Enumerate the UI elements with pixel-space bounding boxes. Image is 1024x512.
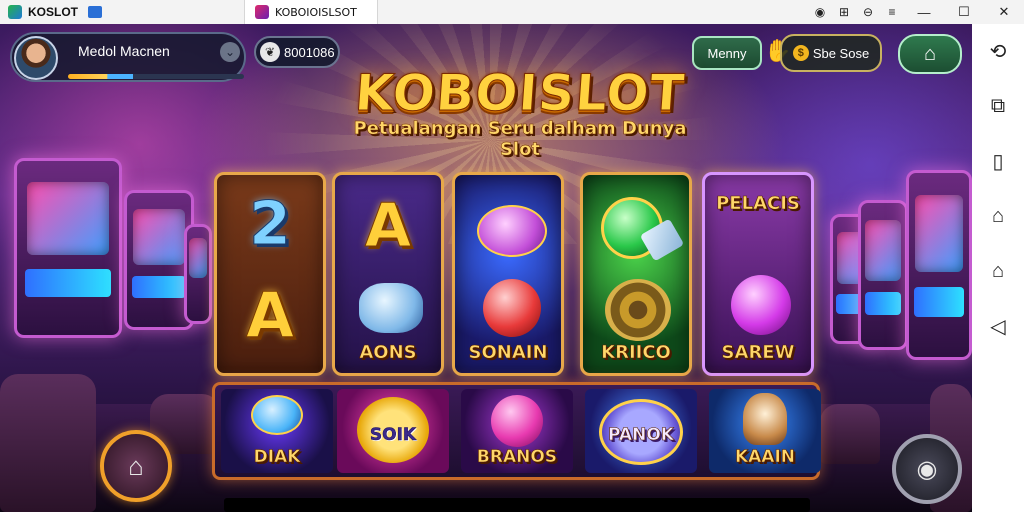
reel[interactable]: A AONS <box>332 172 444 376</box>
logo-title: KOBOISLOT <box>353 64 688 123</box>
game-logo: KOBOISLOT Petualangan Seru dalham Dunya … <box>340 64 700 161</box>
arcade-machine <box>14 158 122 338</box>
xp-bar-fill <box>68 74 134 79</box>
close-button[interactable]: ✕ <box>984 0 1024 24</box>
gem-symbol <box>251 395 303 435</box>
lounge-table <box>820 404 880 464</box>
reel-label: AONS <box>359 342 417 364</box>
reel[interactable]: SONAIN <box>452 172 564 376</box>
tab-koboislot[interactable]: KOBOIOISLSOT <box>244 0 378 24</box>
reel[interactable]: 2 A <box>214 172 326 376</box>
app-header: KOSLOT <box>0 0 244 24</box>
avatar[interactable] <box>14 36 58 80</box>
gamepad-icon[interactable]: ⊞ <box>832 0 856 24</box>
bonus-tile[interactable]: DIAK <box>221 389 333 473</box>
reel-label: SAREW <box>721 342 795 364</box>
coin-symbol <box>605 279 671 341</box>
ring-symbol <box>359 283 423 333</box>
menu-button[interactable]: Menny <box>692 36 762 70</box>
arcade-machine <box>858 200 908 350</box>
arcade-machine <box>906 170 972 360</box>
house-icon: ⌂ <box>923 42 937 65</box>
reel-symbol: A <box>364 191 412 262</box>
rotate-icon[interactable]: ⟲ <box>972 24 1024 79</box>
coin-value: 8001086 <box>284 44 335 60</box>
tab-game-icon <box>255 5 269 19</box>
house-icon: ⌂ <box>128 450 144 481</box>
titlebar-controls: ◉ ⊞ ⊖ ≡ — ☐ ✕ <box>808 0 1024 24</box>
tile-label: BRANOS <box>476 447 558 468</box>
reel[interactable]: KRIICO <box>580 172 692 376</box>
bottom-bar <box>224 498 810 512</box>
score-button[interactable]: $ Sbe Sose <box>780 34 882 72</box>
gem-symbol <box>477 205 547 257</box>
score-label: Sbe Sose <box>812 45 870 61</box>
game-viewport: Medol Macnen ⌄ ❦ 8001086 Menny ✋ $ Sbe S… <box>0 24 972 512</box>
reel[interactable]: PELACIS SAREW <box>702 172 814 376</box>
home-icon[interactable]: ⌂ <box>972 189 1024 244</box>
profile-button[interactable]: ◉ <box>892 434 962 504</box>
ruby-symbol <box>491 395 543 447</box>
reel-label: SONAIN <box>468 342 548 364</box>
emulator-sidebar: ⟲ ⧉ ▯ ⌂ ⌂ ◁ <box>972 24 1024 512</box>
app-name: KOSLOT <box>28 5 78 19</box>
minimize-button[interactable]: — <box>904 0 944 24</box>
bonus-tile[interactable]: PANOK <box>585 389 697 473</box>
reel-symbol: PELACIS <box>716 193 800 215</box>
arcade-machine <box>184 224 212 324</box>
logo-subtitle: Petualangan Seru dalham Dunya Slot <box>353 118 687 161</box>
tab-label: KOBOIOISLSOT <box>275 5 357 19</box>
reel-symbol: A <box>246 279 295 353</box>
bonus-tile[interactable]: KAAIN <box>709 389 821 473</box>
tile-label: KAAIN <box>734 447 796 468</box>
app-badge-icon <box>88 6 102 18</box>
player-profile[interactable]: Medol Macnen ⌄ <box>10 32 246 82</box>
home-button[interactable]: ⌂ <box>898 34 962 74</box>
ruby-symbol <box>483 279 541 337</box>
reel-symbol: 2 <box>249 189 292 260</box>
tile-label: SOIK <box>369 425 417 446</box>
amethyst-symbol <box>731 275 791 335</box>
lobby-button[interactable]: ⌂ <box>100 430 172 502</box>
user-icon: ◉ <box>916 455 938 483</box>
xp-bar <box>68 74 244 79</box>
mascot-symbol <box>743 393 787 445</box>
back-icon[interactable]: ◁ <box>972 299 1024 354</box>
bonus-tile[interactable]: BRANOS <box>461 389 573 473</box>
tile-label: DIAK <box>253 447 301 468</box>
dollar-icon: $ <box>792 45 809 61</box>
menu-icon[interactable]: ≡ <box>880 0 904 24</box>
reel-label: KRIICO <box>601 342 671 364</box>
home-alt-icon[interactable]: ⌂ <box>972 244 1024 299</box>
bonus-tile[interactable]: SOIK <box>337 389 449 473</box>
coin-balance[interactable]: ❦ 8001086 <box>254 36 340 68</box>
location-icon[interactable]: ◉ <box>808 0 832 24</box>
screenshot-icon[interactable]: ⧉ <box>972 79 1024 134</box>
app-logo-icon <box>8 5 22 19</box>
chevron-down-icon[interactable]: ⌄ <box>220 42 240 62</box>
player-name: Medol Macnen <box>78 43 170 59</box>
title-bar: KOSLOT KOBOIOISLSOT ◉ ⊞ ⊖ ≡ — ☐ ✕ <box>0 0 1024 24</box>
lounge-seat <box>0 374 96 512</box>
maximize-button[interactable]: ☐ <box>944 0 984 24</box>
coin-icon: ❦ <box>260 42 280 62</box>
bonus-row: DIAK SOIK BRANOS PANOK KAAIN <box>212 382 821 480</box>
device-icon[interactable]: ▯ <box>972 134 1024 189</box>
minus-circle-icon[interactable]: ⊖ <box>856 0 880 24</box>
tile-label: PANOK <box>608 425 675 446</box>
